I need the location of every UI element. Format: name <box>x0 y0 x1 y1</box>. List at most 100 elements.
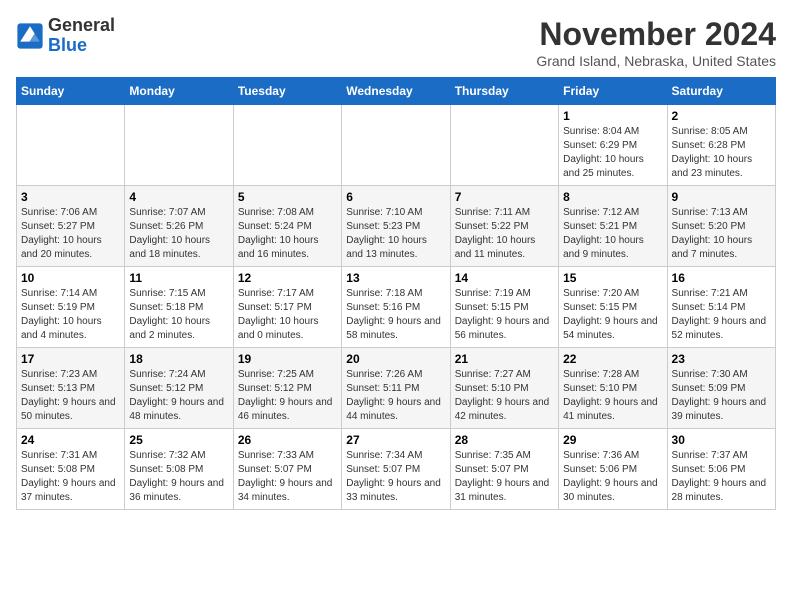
day-info: Sunrise: 7:33 AM Sunset: 5:07 PM Dayligh… <box>238 449 337 505</box>
day-number: 23 <box>672 352 771 366</box>
day-cell: 2 Sunrise: 8:05 AM Sunset: 6:28 PM Daylig… <box>667 105 775 186</box>
day-cell: 6 Sunrise: 7:10 AM Sunset: 5:23 PM Daylig… <box>342 186 450 267</box>
day-cell <box>342 105 450 186</box>
day-info: Sunrise: 7:26 AM Sunset: 5:11 PM Dayligh… <box>346 368 445 424</box>
month-title: November 2024 <box>536 16 776 53</box>
day-cell: 1Sunrise: 8:04 AM Sunset: 6:29 PM Daylig… <box>559 105 667 186</box>
calendar-table: SundayMondayTuesdayWednesdayThursdayFrid… <box>16 77 776 510</box>
week-row-2: 3 Sunrise: 7:06 AM Sunset: 5:27 PM Daylig… <box>17 186 776 267</box>
day-cell: 7 Sunrise: 7:11 AM Sunset: 5:22 PM Daylig… <box>450 186 558 267</box>
week-row-5: 24 Sunrise: 7:31 AM Sunset: 5:08 PM Dayli… <box>17 429 776 510</box>
day-cell: 14 Sunrise: 7:19 AM Sunset: 5:15 PM Dayli… <box>450 267 558 348</box>
day-number: 12 <box>238 271 337 285</box>
day-cell: 15 Sunrise: 7:20 AM Sunset: 5:15 PM Dayli… <box>559 267 667 348</box>
day-cell: 12Sunrise: 7:17 AM Sunset: 5:17 PM Dayli… <box>233 267 341 348</box>
header-day-wednesday: Wednesday <box>342 78 450 105</box>
header-day-tuesday: Tuesday <box>233 78 341 105</box>
day-cell: 3 Sunrise: 7:06 AM Sunset: 5:27 PM Daylig… <box>17 186 125 267</box>
day-cell: 28Sunrise: 7:35 AM Sunset: 5:07 PM Dayli… <box>450 429 558 510</box>
day-info: Sunrise: 7:24 AM Sunset: 5:12 PM Dayligh… <box>129 368 228 424</box>
day-info: Sunrise: 7:07 AM Sunset: 5:26 PM Dayligh… <box>129 206 228 262</box>
day-info: Sunrise: 7:21 AM Sunset: 5:14 PM Dayligh… <box>672 287 771 343</box>
day-number: 9 <box>672 190 771 204</box>
day-info: Sunrise: 7:37 AM Sunset: 5:06 PM Dayligh… <box>672 449 771 505</box>
header-day-sunday: Sunday <box>17 78 125 105</box>
logo-general: General <box>48 15 115 35</box>
header-day-monday: Monday <box>125 78 233 105</box>
day-cell: 25 Sunrise: 7:32 AM Sunset: 5:08 PM Dayli… <box>125 429 233 510</box>
day-number: 26 <box>238 433 337 447</box>
day-cell: 17 Sunrise: 7:23 AM Sunset: 5:13 PM Dayli… <box>17 348 125 429</box>
day-cell: 9 Sunrise: 7:13 AM Sunset: 5:20 PM Daylig… <box>667 186 775 267</box>
day-info: Sunrise: 7:18 AM Sunset: 5:16 PM Dayligh… <box>346 287 445 343</box>
day-cell: 22 Sunrise: 7:28 AM Sunset: 5:10 PM Dayli… <box>559 348 667 429</box>
day-number: 15 <box>563 271 662 285</box>
header-day-saturday: Saturday <box>667 78 775 105</box>
day-number: 27 <box>346 433 445 447</box>
day-number: 2 <box>672 109 771 123</box>
day-cell: 16 Sunrise: 7:21 AM Sunset: 5:14 PM Dayli… <box>667 267 775 348</box>
header-day-thursday: Thursday <box>450 78 558 105</box>
day-cell <box>233 105 341 186</box>
day-cell <box>17 105 125 186</box>
day-cell: 29 Sunrise: 7:36 AM Sunset: 5:06 PM Dayli… <box>559 429 667 510</box>
title-block: November 2024 Grand Island, Nebraska, Un… <box>536 16 776 69</box>
day-cell: 10Sunrise: 7:14 AM Sunset: 5:19 PM Dayli… <box>17 267 125 348</box>
day-cell: 4 Sunrise: 7:07 AM Sunset: 5:26 PM Daylig… <box>125 186 233 267</box>
location-subtitle: Grand Island, Nebraska, United States <box>536 53 776 69</box>
day-number: 8 <box>563 190 662 204</box>
day-cell: 24 Sunrise: 7:31 AM Sunset: 5:08 PM Dayli… <box>17 429 125 510</box>
day-cell: 13 Sunrise: 7:18 AM Sunset: 5:16 PM Dayli… <box>342 267 450 348</box>
calendar-body: 1Sunrise: 8:04 AM Sunset: 6:29 PM Daylig… <box>17 105 776 510</box>
day-cell: 11 Sunrise: 7:15 AM Sunset: 5:18 PM Dayli… <box>125 267 233 348</box>
day-info: Sunrise: 7:15 AM Sunset: 5:18 PM Dayligh… <box>129 287 228 343</box>
day-info: Sunrise: 7:14 AM Sunset: 5:19 PM Dayligh… <box>21 287 120 343</box>
day-info: Sunrise: 7:32 AM Sunset: 5:08 PM Dayligh… <box>129 449 228 505</box>
day-number: 1 <box>563 109 662 123</box>
day-cell: 5Sunrise: 7:08 AM Sunset: 5:24 PM Daylig… <box>233 186 341 267</box>
header-day-friday: Friday <box>559 78 667 105</box>
day-info: Sunrise: 7:27 AM Sunset: 5:10 PM Dayligh… <box>455 368 554 424</box>
day-number: 11 <box>129 271 228 285</box>
day-cell: 21 Sunrise: 7:27 AM Sunset: 5:10 PM Dayli… <box>450 348 558 429</box>
day-number: 7 <box>455 190 554 204</box>
day-cell: 19Sunrise: 7:25 AM Sunset: 5:12 PM Dayli… <box>233 348 341 429</box>
day-number: 28 <box>455 433 554 447</box>
day-info: Sunrise: 7:12 AM Sunset: 5:21 PM Dayligh… <box>563 206 662 262</box>
day-info: Sunrise: 7:11 AM Sunset: 5:22 PM Dayligh… <box>455 206 554 262</box>
day-info: Sunrise: 7:34 AM Sunset: 5:07 PM Dayligh… <box>346 449 445 505</box>
day-info: Sunrise: 7:23 AM Sunset: 5:13 PM Dayligh… <box>21 368 120 424</box>
day-number: 17 <box>21 352 120 366</box>
day-cell: 27 Sunrise: 7:34 AM Sunset: 5:07 PM Dayli… <box>342 429 450 510</box>
day-cell: 23Sunrise: 7:30 AM Sunset: 5:09 PM Dayli… <box>667 348 775 429</box>
day-info: Sunrise: 7:20 AM Sunset: 5:15 PM Dayligh… <box>563 287 662 343</box>
day-number: 14 <box>455 271 554 285</box>
day-info: Sunrise: 7:13 AM Sunset: 5:20 PM Dayligh… <box>672 206 771 262</box>
day-number: 4 <box>129 190 228 204</box>
day-cell: 30 Sunrise: 7:37 AM Sunset: 5:06 PM Dayli… <box>667 429 775 510</box>
day-number: 25 <box>129 433 228 447</box>
day-cell: 8 Sunrise: 7:12 AM Sunset: 5:21 PM Daylig… <box>559 186 667 267</box>
day-number: 13 <box>346 271 445 285</box>
day-number: 24 <box>21 433 120 447</box>
day-number: 6 <box>346 190 445 204</box>
day-number: 21 <box>455 352 554 366</box>
day-info: Sunrise: 7:06 AM Sunset: 5:27 PM Dayligh… <box>21 206 120 262</box>
day-number: 29 <box>563 433 662 447</box>
day-number: 16 <box>672 271 771 285</box>
day-info: Sunrise: 7:31 AM Sunset: 5:08 PM Dayligh… <box>21 449 120 505</box>
day-number: 22 <box>563 352 662 366</box>
day-cell: 18Sunrise: 7:24 AM Sunset: 5:12 PM Dayli… <box>125 348 233 429</box>
day-cell: 20 Sunrise: 7:26 AM Sunset: 5:11 PM Dayli… <box>342 348 450 429</box>
day-number: 20 <box>346 352 445 366</box>
day-number: 30 <box>672 433 771 447</box>
day-info: Sunrise: 7:19 AM Sunset: 5:15 PM Dayligh… <box>455 287 554 343</box>
day-number: 3 <box>21 190 120 204</box>
day-info: Sunrise: 7:08 AM Sunset: 5:24 PM Dayligh… <box>238 206 337 262</box>
day-info: Sunrise: 8:05 AM Sunset: 6:28 PM Dayligh… <box>672 125 771 181</box>
day-info: Sunrise: 7:10 AM Sunset: 5:23 PM Dayligh… <box>346 206 445 262</box>
day-info: Sunrise: 7:28 AM Sunset: 5:10 PM Dayligh… <box>563 368 662 424</box>
day-cell <box>125 105 233 186</box>
week-row-1: 1Sunrise: 8:04 AM Sunset: 6:29 PM Daylig… <box>17 105 776 186</box>
day-info: Sunrise: 7:36 AM Sunset: 5:06 PM Dayligh… <box>563 449 662 505</box>
